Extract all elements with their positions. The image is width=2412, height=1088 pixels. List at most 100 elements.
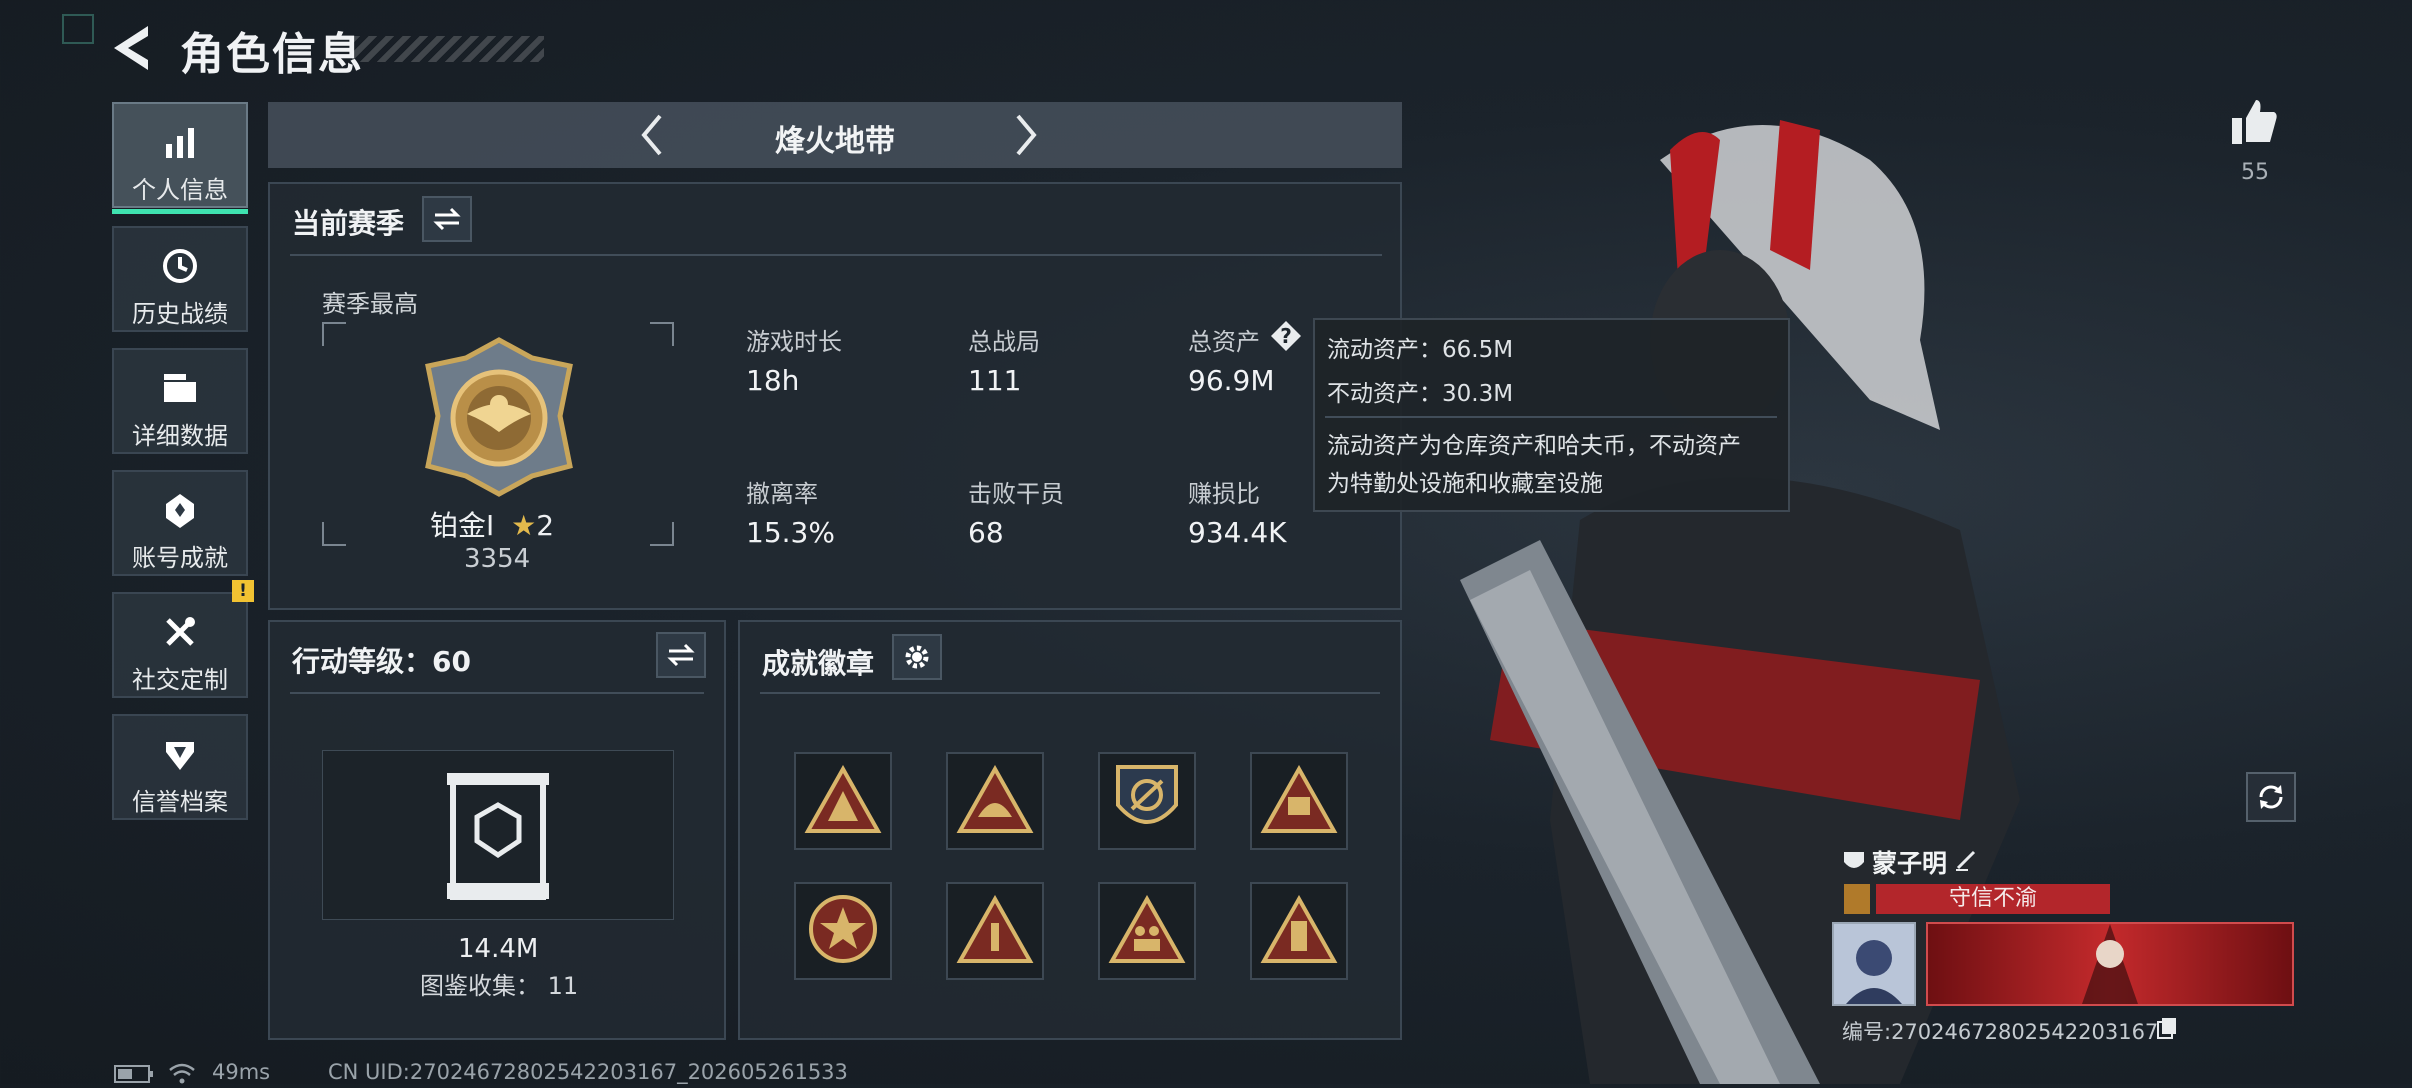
like-button[interactable]	[2228, 96, 2280, 148]
avatar[interactable]	[1832, 922, 1916, 1006]
divider	[760, 692, 1380, 694]
history-icon	[114, 246, 246, 286]
swap-icon	[667, 643, 695, 667]
achievement-badge[interactable]	[1250, 882, 1348, 980]
tooltip-note-line1: 流动资产为仓库资产和哈夫币，不动资产	[1327, 433, 1741, 459]
back-button[interactable]	[108, 22, 156, 74]
achievement-badge[interactable]	[946, 882, 1044, 980]
rank-stars: 2	[536, 509, 555, 542]
page-title: 角色信息	[180, 29, 364, 80]
achievement-badge[interactable]	[946, 752, 1044, 850]
level-title: 行动等级：60	[292, 645, 471, 678]
assets-help-button[interactable]: ?	[1270, 320, 1302, 352]
like-count: 55	[2241, 160, 2269, 185]
tooltip-liquid-assets: 流动资产：66.5M	[1327, 337, 1514, 363]
notification-badge: !	[232, 580, 254, 602]
achievement-badge[interactable]	[1098, 752, 1196, 850]
folder-icon	[114, 368, 246, 408]
tooltip-fixed-assets: 不动资产：30.3M	[1327, 381, 1514, 407]
stat-value-extraction-rate: 15.3%	[746, 516, 835, 549]
triangle-badge-58-icon	[1260, 765, 1338, 833]
stat-value-kills: 68	[968, 516, 1004, 549]
back-arrow-icon	[114, 26, 148, 70]
sidebar-item-label: 历史战绩	[132, 300, 228, 328]
next-mode-button[interactable]	[1000, 110, 1050, 160]
thumbs-up-icon	[2232, 100, 2277, 144]
sidebar-item-personal-info[interactable]: 个人信息	[112, 102, 248, 214]
season-switch-button[interactable]	[422, 196, 472, 242]
collection-case-icon	[447, 773, 549, 900]
achievement-badge[interactable]	[794, 882, 892, 980]
sidebar-item-history[interactable]: 历史战绩	[112, 226, 248, 332]
triangle-badge-1-icon	[956, 895, 1034, 963]
uid-text: CN UID:270246728025422031​67_20260526153…	[328, 1060, 848, 1084]
sidebar-item-credit[interactable]: 信誉档案	[112, 714, 248, 820]
chevron-right-icon	[1016, 114, 1037, 156]
battery-icon	[114, 1065, 153, 1083]
divider	[290, 254, 1382, 256]
achievements-settings-button[interactable]	[892, 634, 942, 680]
sidebar-item-social[interactable]: 社交定制 !	[112, 580, 254, 698]
shield-icon	[1844, 852, 1864, 868]
achievement-badge[interactable]	[1098, 882, 1196, 980]
svg-text:?: ?	[1280, 324, 1292, 348]
sidebar-item-label: 信誉档案	[132, 788, 228, 816]
sidebar-item-label: 个人信息	[132, 176, 228, 204]
stat-label-total-matches: 总战局	[968, 328, 1040, 356]
player-name: 蒙子明	[1872, 849, 1948, 878]
assets-tooltip: 流动资产：66.5M 不动资产：30.3M 流动资产为仓库资产和哈夫币，不动资产…	[1313, 318, 1790, 512]
tools-icon	[114, 612, 246, 652]
rank-name: 铂金Ⅰ ★2	[430, 504, 554, 544]
refresh-icon	[2259, 785, 2283, 809]
season-title: 当前赛季	[292, 207, 405, 240]
help-icon: ?	[1271, 321, 1301, 351]
star-icon: ★	[511, 509, 537, 542]
stat-value-total-assets: 96.9M	[1188, 364, 1275, 397]
player-id: 编号:270246728025422031​67	[1842, 1020, 2159, 1044]
title-emblem-icon	[1844, 884, 1870, 914]
stat-label-playtime: 游戏时长	[746, 328, 842, 356]
divider	[290, 692, 704, 694]
platinum-rank-emblem	[420, 336, 578, 498]
collection-value: 14.4M	[458, 934, 539, 964]
name-card-banner	[1926, 922, 2294, 1006]
level-switch-button[interactable]	[656, 632, 706, 678]
achievement-badge[interactable]	[1250, 752, 1348, 850]
wifi-icon	[169, 1063, 195, 1084]
sidebar-item-label: 详细数据	[132, 422, 228, 450]
stat-value-profit-ratio: 934.4K	[1188, 516, 1287, 549]
player-profile-card[interactable]: 蒙子明 守信不渝	[1832, 842, 2294, 1008]
mode-title: 烽火地带	[775, 124, 895, 159]
triangle-badge-figures-icon	[1108, 895, 1186, 963]
achievements-title: 成就徽章	[762, 647, 875, 680]
title-decoration	[352, 36, 544, 62]
rotate-model-button[interactable]	[2246, 772, 2296, 822]
stat-label-extraction-rate: 撤离率	[746, 480, 818, 508]
copy-icon[interactable]	[2156, 1016, 2178, 1040]
edit-icon[interactable]	[1954, 846, 1980, 872]
collection-count: 图鉴收集： 11	[420, 972, 579, 1000]
round-badge-star-icon	[809, 895, 877, 963]
credit-shield-icon	[114, 734, 246, 774]
divider	[1325, 416, 1777, 418]
stat-label-kills: 击败干员	[968, 480, 1064, 508]
gear-icon	[905, 645, 929, 669]
achievement-icon	[114, 490, 246, 530]
triangle-badge-camp-icon	[804, 765, 882, 833]
swap-icon	[433, 207, 461, 231]
sidebar-item-achievements[interactable]: 账号成就	[112, 470, 248, 576]
achievement-badge[interactable]	[794, 752, 892, 850]
bar-chart-icon	[114, 122, 246, 162]
season-best-label: 赛季最高	[322, 290, 418, 318]
sidebar-item-detail-data[interactable]: 详细数据	[112, 348, 248, 454]
ping-value: 49ms	[212, 1060, 271, 1084]
player-tag: 守信不渝	[1876, 884, 2110, 914]
stat-label-profit-ratio: 赚损比	[1188, 480, 1260, 508]
stat-value-total-matches: 111	[968, 364, 1022, 397]
rank-name-text: 铂金Ⅰ	[430, 509, 495, 542]
corner-decoration	[62, 14, 94, 44]
triangle-badge-tower-icon	[1260, 895, 1338, 963]
sidebar-item-label: 社交定制	[132, 666, 228, 694]
sidebar-item-label: 账号成就	[132, 544, 228, 572]
stat-label-total-assets: 总资产	[1188, 328, 1260, 356]
